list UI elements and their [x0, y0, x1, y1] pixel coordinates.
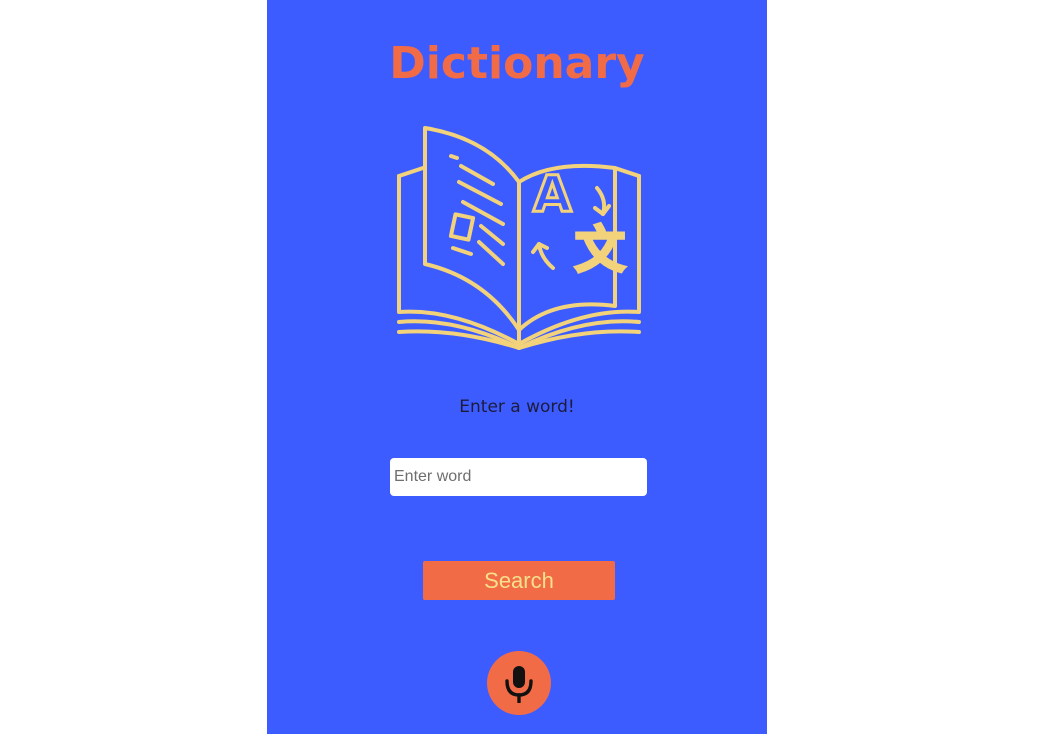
dictionary-screen: Dictionary A 文 Enter a word! Enter word …	[267, 0, 767, 734]
microphone-icon	[505, 666, 533, 703]
voice-search-button[interactable]	[487, 651, 551, 715]
open-book-translate-icon: A 文	[393, 122, 645, 350]
page-title: Dictionary	[389, 38, 645, 89]
search-button[interactable]: Search	[423, 561, 615, 600]
prompt-text: Enter a word!	[459, 397, 575, 417]
word-input[interactable]	[390, 458, 647, 496]
